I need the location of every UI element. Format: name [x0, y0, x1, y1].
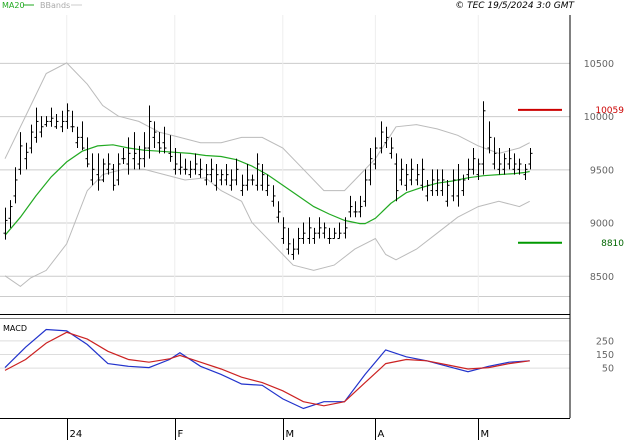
price-tick-label: 8500 [590, 272, 614, 283]
macd-tick-label: 150 [596, 350, 614, 361]
x-tick-label: 24 [70, 429, 83, 440]
price-tick-label: 10000 [584, 112, 614, 123]
bbands-legend-label: BBands [40, 1, 70, 10]
x-tick-label: A [378, 429, 385, 440]
support-label: 8810 [601, 239, 624, 249]
copyright-label: © TEC 19/5/2024 3:0 GMT [455, 1, 575, 11]
macd-tick-label: 50 [602, 364, 614, 375]
price-tick-label: 10500 [584, 59, 614, 70]
stock-chart: MA20 BBands © TEC 19/5/2024 3:0 GMT 1005… [0, 0, 627, 440]
x-tick-label: F [178, 429, 184, 440]
price-tick-label: 9000 [590, 219, 614, 230]
price-tick-label: 9500 [590, 165, 614, 176]
macd-tick-label: 250 [596, 336, 614, 347]
ma20-legend-label: MA20 [2, 1, 25, 10]
macd-title: MACD [3, 324, 27, 333]
x-tick-label: M [481, 429, 490, 440]
x-tick-label: M [286, 429, 295, 440]
chart-canvas: MA20 BBands © TEC 19/5/2024 3:0 GMT 1005… [0, 0, 627, 440]
